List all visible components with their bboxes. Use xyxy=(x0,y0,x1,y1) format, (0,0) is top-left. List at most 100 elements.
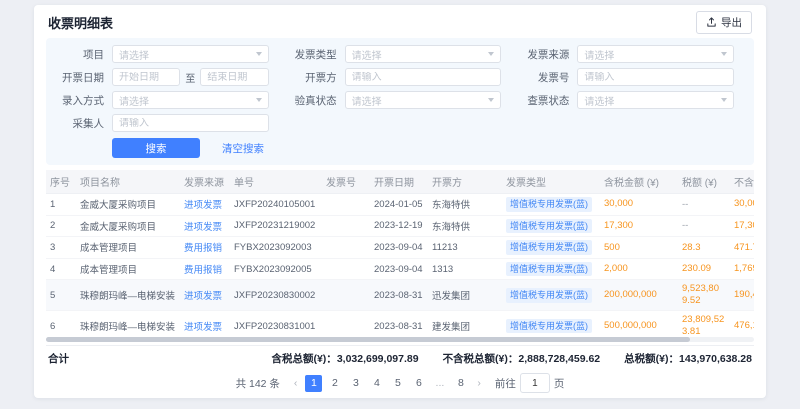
summary-excl-tax-label: 不含税总额(¥)： xyxy=(443,353,519,365)
cell-index: 4 xyxy=(46,258,76,280)
filter-select-verify-status[interactable]: 请选择 xyxy=(345,91,502,109)
pagination-page-2[interactable]: 2 xyxy=(326,375,343,392)
amount-value: -- xyxy=(682,220,688,231)
search-button[interactable]: 搜索 xyxy=(112,138,200,158)
page: 收票明细表 导出 项目请选择发票类型请选择发票来源请选择开票日期至开票方发票号录… xyxy=(0,0,800,409)
filter-input-collector[interactable] xyxy=(112,114,269,132)
cell-issuer: 11213 xyxy=(428,237,502,259)
filter-select-invoice-type[interactable]: 请选择 xyxy=(345,45,502,63)
horizontal-scrollbar[interactable] xyxy=(46,337,754,342)
table-row: 2金威大厦采购项目进项发票JXFP202312190022023-12-19东海… xyxy=(46,215,754,237)
filter-label-project: 项目 xyxy=(48,47,104,62)
cell-project: 金威大厦采购项目 xyxy=(76,215,180,237)
date-start-input[interactable] xyxy=(119,72,173,83)
filter-input-issuer[interactable] xyxy=(345,68,502,86)
pagination-page-5[interactable]: 5 xyxy=(389,375,406,392)
filter-select-check-status[interactable]: 请选择 xyxy=(577,91,734,109)
pagination-next[interactable]: › xyxy=(474,377,484,389)
column-header: 发票号 xyxy=(322,170,370,194)
pagination-goto-input[interactable] xyxy=(520,373,550,393)
invoice-source-link[interactable]: 进项发票 xyxy=(184,322,222,333)
filter-input-issuer-field[interactable] xyxy=(352,72,495,83)
amount-value: 190,476,190.48 xyxy=(734,289,754,301)
chevron-down-icon xyxy=(488,98,494,102)
pagination-page-6[interactable]: 6 xyxy=(410,375,427,392)
pagination-prev[interactable]: ‹ xyxy=(291,377,301,389)
filter-field-invoice-date: 开票日期至 xyxy=(48,68,281,86)
goto-suffix: 页 xyxy=(554,376,565,391)
pagination-total: 共 142 条 xyxy=(236,376,280,391)
column-header: 不含税金额 (¥) xyxy=(730,170,754,194)
column-header: 发票类型 xyxy=(502,170,600,194)
summary-total-tax: 总税额(¥)：143,970,638.28 xyxy=(624,351,752,366)
cell-tax: 230.09 xyxy=(678,258,730,280)
filter-input-collector-field[interactable] xyxy=(119,118,262,129)
invoice-source-link[interactable]: 进项发票 xyxy=(184,291,222,302)
cell-amount-incl-tax: 500,000,000 xyxy=(600,311,678,334)
amount-value: 17,300 xyxy=(604,220,633,232)
cell-amount-excl-tax: 476,190,476.19 xyxy=(730,311,754,334)
amount-value: 23,809,523.81 xyxy=(682,314,726,334)
pagination-page-4[interactable]: 4 xyxy=(368,375,385,392)
export-button[interactable]: 导出 xyxy=(696,11,752,34)
table-row: 3成本管理项目费用报销FYBX20230920032023-09-0411213… xyxy=(46,237,754,259)
amount-value: 230.09 xyxy=(682,263,711,275)
invoice-source-link[interactable]: 费用报销 xyxy=(184,265,222,276)
summary-excl-tax: 不含税总额(¥)：2,888,728,459.62 xyxy=(443,351,601,366)
select-placeholder: 请选择 xyxy=(352,47,382,62)
filter-field-entry-method: 录入方式请选择 xyxy=(48,91,281,109)
date-end-box[interactable] xyxy=(200,68,268,86)
amount-value: 9,523,809.52 xyxy=(682,283,726,307)
cell-type: 增值税专用发票(蓝) xyxy=(502,194,600,216)
cell-order-no: JXFP20230830002 xyxy=(230,280,322,311)
table-row: 6珠穆朗玛峰—电梯安装进项发票JXFP202308310012023-08-31… xyxy=(46,311,754,334)
filter-label-invoice-type: 发票类型 xyxy=(281,47,337,62)
invoice-detail-card: 收票明细表 导出 项目请选择发票类型请选择发票来源请选择开票日期至开票方发票号录… xyxy=(34,5,766,398)
cell-type: 增值税专用发票(蓝) xyxy=(502,258,600,280)
cell-date: 2023-12-19 xyxy=(370,215,428,237)
pagination-page-8[interactable]: 8 xyxy=(452,375,469,392)
clear-search-button[interactable]: 清空搜索 xyxy=(216,140,270,157)
table-body: 1金威大厦采购项目进项发票JXFP202401050012024-01-05东海… xyxy=(46,194,754,335)
filter-field-invoice-type: 发票类型请选择 xyxy=(281,45,514,63)
amount-value: 28.3 xyxy=(682,242,701,254)
chevron-down-icon xyxy=(721,98,727,102)
pagination-page-3[interactable]: 3 xyxy=(347,375,364,392)
invoice-source-link[interactable]: 进项发票 xyxy=(184,200,222,211)
invoice-type-badge: 增值税专用发票(蓝) xyxy=(506,288,592,303)
filter-field-collector: 采集人 xyxy=(48,114,281,132)
filter-select-entry-method[interactable]: 请选择 xyxy=(112,91,269,109)
cell-type: 增值税专用发票(蓝) xyxy=(502,280,600,311)
select-placeholder: 请选择 xyxy=(119,47,149,62)
column-header: 发票来源 xyxy=(180,170,230,194)
cell-tax: 23,809,523.81 xyxy=(678,311,730,334)
cell-project: 金威大厦采购项目 xyxy=(76,194,180,216)
amount-value: 476,190,476.19 xyxy=(734,320,754,332)
column-header: 开票方 xyxy=(428,170,502,194)
scrollbar-thumb[interactable] xyxy=(46,337,690,342)
pagination-pages: 123456...8 xyxy=(305,375,469,392)
cell-issuer: 东海特供 xyxy=(428,215,502,237)
cell-amount-incl-tax: 500 xyxy=(600,237,678,259)
cell-index: 3 xyxy=(46,237,76,259)
cell-tax: -- xyxy=(678,215,730,237)
filter-select-project[interactable]: 请选择 xyxy=(112,45,269,63)
invoice-source-link[interactable]: 费用报销 xyxy=(184,243,222,254)
filter-label-verify-status: 验真状态 xyxy=(281,93,337,108)
date-start-box[interactable] xyxy=(112,68,180,86)
filter-input-invoice-no[interactable] xyxy=(577,68,734,86)
date-end-input[interactable] xyxy=(207,72,261,83)
filter-select-invoice-source[interactable]: 请选择 xyxy=(577,45,734,63)
invoice-source-link[interactable]: 进项发票 xyxy=(184,222,222,233)
filter-label-issuer: 开票方 xyxy=(281,70,337,85)
cell-order-no: FYBX2023092003 xyxy=(230,237,322,259)
invoice-type-badge: 增值税专用发票(蓝) xyxy=(506,197,592,212)
pagination-page-1[interactable]: 1 xyxy=(305,375,322,392)
pagination-more[interactable]: ... xyxy=(431,375,448,392)
invoice-table: 序号项目名称发票来源单号发票号开票日期开票方发票类型含税金额 (¥)税额 (¥)… xyxy=(46,170,754,334)
summary-excl-tax-value: 2,888,728,459.62 xyxy=(518,353,600,365)
export-icon xyxy=(706,17,717,28)
filter-field-verify-status: 验真状态请选择 xyxy=(281,91,514,109)
filter-input-invoice-no-field[interactable] xyxy=(584,72,727,83)
cell-amount-excl-tax: 190,476,190.48 xyxy=(730,280,754,311)
